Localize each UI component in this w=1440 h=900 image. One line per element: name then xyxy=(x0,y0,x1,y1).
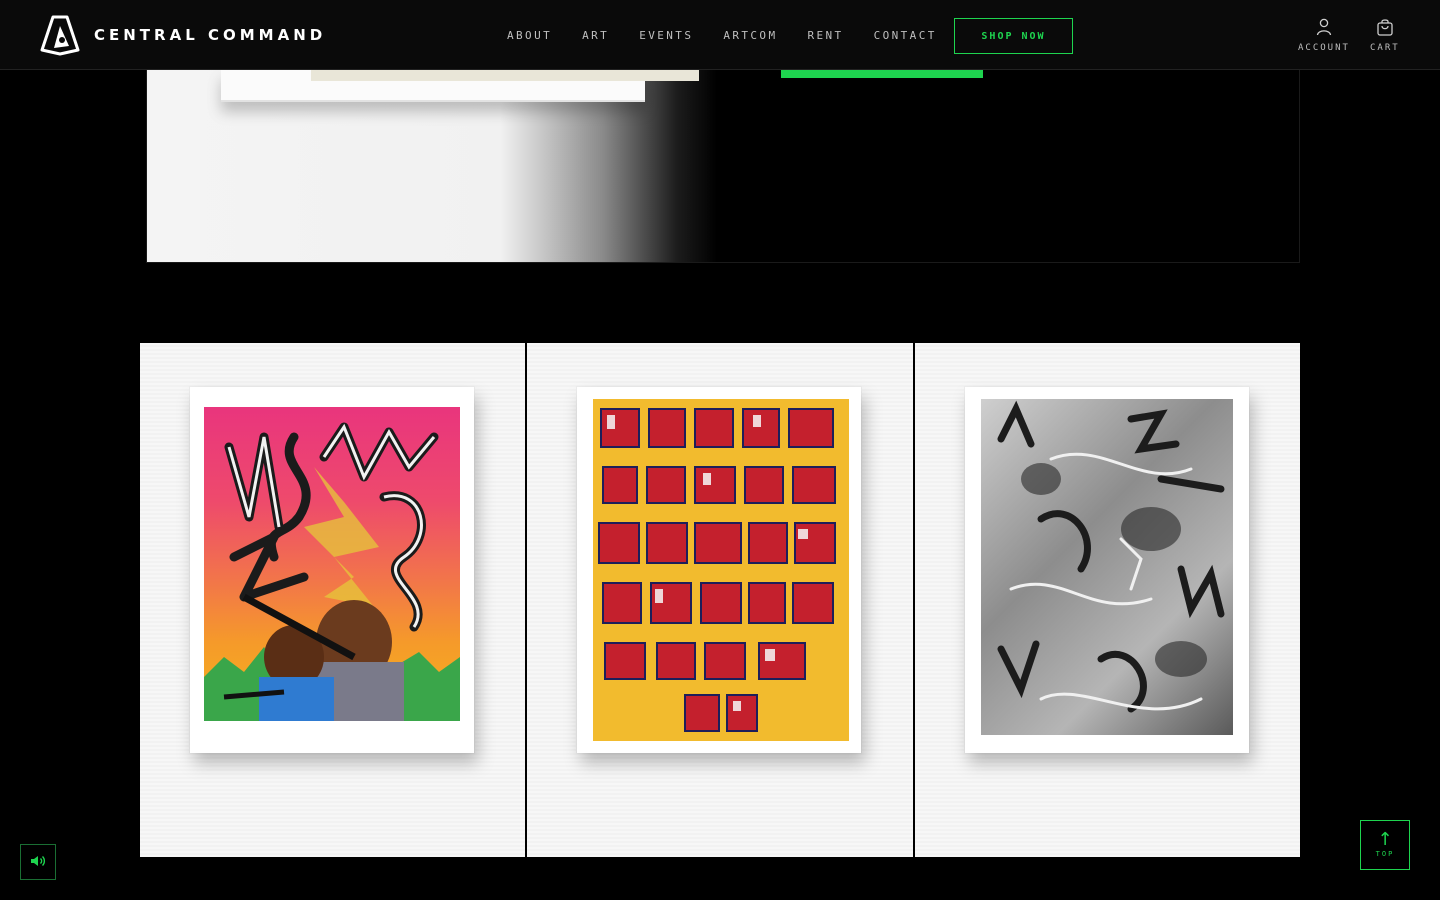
artwork-card[interactable] xyxy=(527,343,913,857)
main-nav: ABOUT ART EVENTS ARTCOM RENT CONTACT xyxy=(507,29,937,43)
nav-about[interactable]: ABOUT xyxy=(507,29,552,43)
artwork-card[interactable] xyxy=(140,343,526,857)
artwork-card[interactable] xyxy=(914,343,1300,857)
account-label: ACCOUNT xyxy=(1298,43,1350,53)
artwork-frame xyxy=(221,70,699,102)
nav-art[interactable]: ART xyxy=(582,29,609,43)
artwork-gallery xyxy=(140,343,1300,857)
nav-events[interactable]: EVENTS xyxy=(639,29,693,43)
brand-name: CENTRAL COMMAND xyxy=(94,26,327,44)
artwork-frame xyxy=(577,387,862,753)
featured-panel xyxy=(146,70,1300,263)
shop-now-button[interactable]: SHOP NOW xyxy=(954,18,1073,54)
arrow-up-icon: ↑ xyxy=(1377,829,1393,850)
shopping-bag-icon xyxy=(1376,18,1394,40)
brand-logo-link[interactable]: CENTRAL COMMAND xyxy=(40,14,326,56)
nav-contact[interactable]: CONTACT xyxy=(874,29,937,43)
speaker-icon xyxy=(30,853,46,872)
central-command-logo-icon xyxy=(40,14,80,56)
featured-cta-button[interactable] xyxy=(781,70,983,78)
nav-rent[interactable]: RENT xyxy=(807,29,843,43)
account-link[interactable]: ACCOUNT xyxy=(1298,18,1350,53)
nav-artcom[interactable]: ARTCOM xyxy=(723,29,777,43)
artwork-image-graffiti-alphabet xyxy=(593,399,850,741)
site-header: CENTRAL COMMAND ABOUT ART EVENTS ARTCOM … xyxy=(0,0,1440,70)
artwork-frame xyxy=(190,387,474,753)
artwork-image-graffiti-gangsters xyxy=(204,407,460,721)
featured-artwork-image xyxy=(147,70,717,262)
user-icon xyxy=(1316,18,1332,40)
cart-label: CART xyxy=(1370,43,1400,53)
cart-link[interactable]: CART xyxy=(1370,18,1400,53)
artwork-frame xyxy=(964,387,1249,753)
back-to-top-button[interactable]: ↑ TOP xyxy=(1360,820,1410,870)
back-to-top-label: TOP xyxy=(1375,850,1395,858)
artwork-image-graffiti-monochrome xyxy=(980,399,1233,735)
sound-toggle-button[interactable] xyxy=(20,844,56,880)
